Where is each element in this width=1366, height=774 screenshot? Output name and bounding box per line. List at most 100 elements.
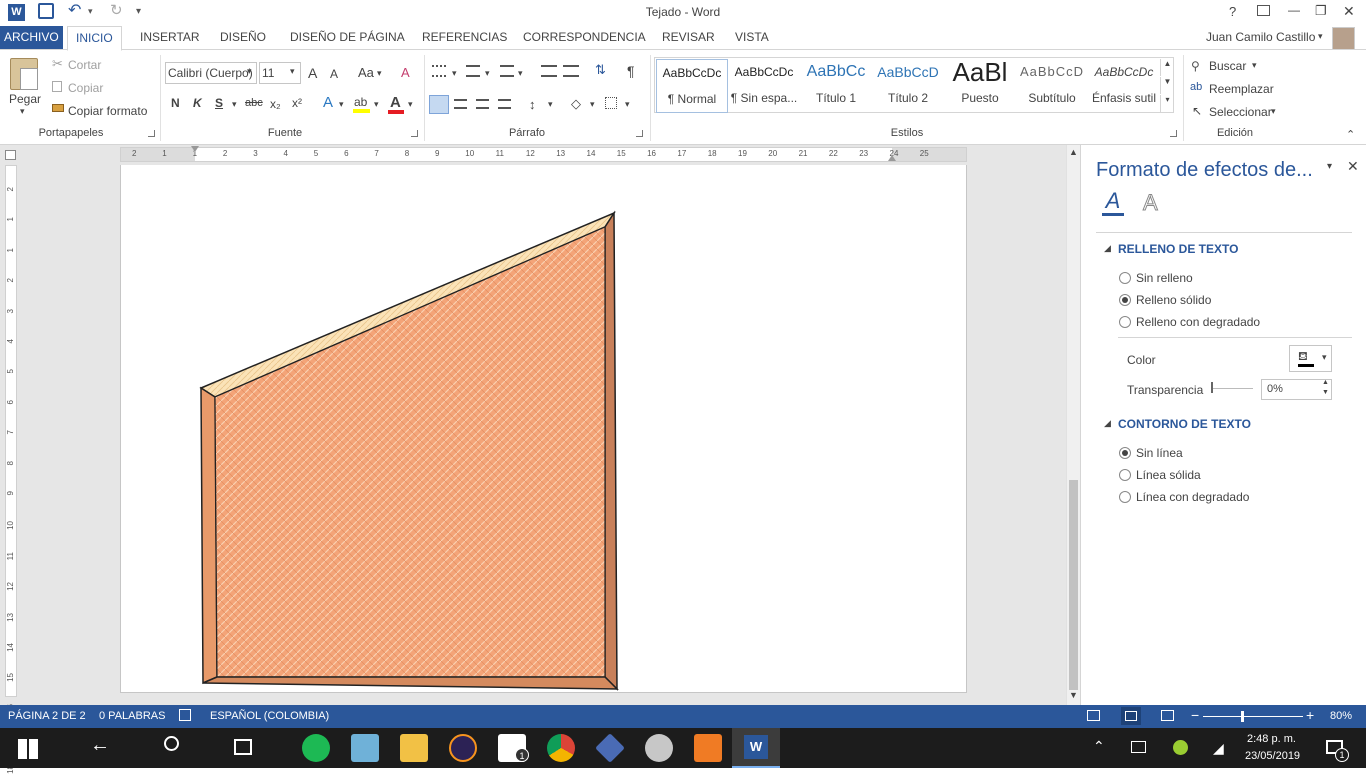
grow-font-icon[interactable]: A [308,65,317,81]
styles-more-icon[interactable]: ▾ [1160,95,1174,112]
copy-button[interactable]: Copiar [68,81,103,95]
scroll-thumb[interactable] [1069,480,1078,690]
fill-radio[interactable] [1119,272,1131,284]
spin-up-icon[interactable]: ▲ [1322,379,1329,386]
borders-icon[interactable] [605,97,617,109]
text-effects-tab-icon[interactable]: A [1143,190,1163,216]
collapse-ribbon-icon[interactable]: ⌃ [1346,128,1355,141]
paste-dropdown-icon[interactable]: ▾ [20,106,25,117]
shrink-font-icon[interactable]: A [330,67,338,81]
shading-icon[interactable]: ◇ [571,96,581,112]
text-effects-icon[interactable]: A [323,94,333,111]
tab-archivo[interactable]: ARCHIVO [0,26,63,50]
font-color-dropdown-icon[interactable]: ▾ [408,99,413,110]
search-icon[interactable] [164,736,179,751]
multilevel-list-icon[interactable] [500,65,514,77]
line-spacing-dropdown-icon[interactable]: ▾ [548,99,553,110]
zoom-level[interactable]: 80% [1330,710,1352,722]
clipboard-launcher-icon[interactable] [148,130,155,137]
transparency-input[interactable]: 0% ▲ ▼ [1261,379,1332,400]
page-count[interactable]: PÁGINA 2 DE 2 [8,710,86,722]
select-dropdown-icon[interactable]: ▾ [1271,106,1276,117]
back-icon[interactable]: ← [90,734,110,757]
right-indent-marker[interactable] [888,155,896,161]
decrease-indent-icon[interactable] [541,65,557,77]
tab-referencias[interactable]: REFERENCIAS [419,30,510,50]
transparency-slider-thumb[interactable] [1211,382,1213,393]
pane-options-icon[interactable]: ▾ [1327,161,1332,172]
outline-radio[interactable] [1119,491,1131,503]
vertical-scrollbar[interactable]: ▲ ▼ [1066,145,1080,705]
styles-launcher-icon[interactable] [1170,130,1177,137]
word-taskbar-active[interactable]: W [732,728,780,768]
sort-icon[interactable]: ⇅ [595,62,606,78]
styles-scroll-down-icon[interactable]: ▼ [1160,77,1174,94]
tab-diseno-pagina[interactable]: DISEÑO DE PÁGINA [287,30,408,50]
strikethrough-button[interactable]: abc [245,97,263,109]
style-subtitle[interactable]: AaBbCcD Subtítulo [1016,59,1088,111]
tray-device-icon[interactable] [1131,741,1146,753]
transparency-slider[interactable] [1211,388,1253,389]
paste-button[interactable]: Pegar [9,92,41,106]
word-count[interactable]: 0 PALABRAS [99,710,165,722]
fill-radio[interactable] [1119,294,1131,306]
numbering-dropdown-icon[interactable]: ▾ [485,68,490,79]
outline-option-label[interactable]: Línea sólida [1136,468,1201,482]
find-dropdown-icon[interactable]: ▾ [1252,60,1257,71]
text-effects-dropdown-icon[interactable]: ▾ [339,99,344,110]
windows-start-icon[interactable] [18,739,38,759]
notepad-icon[interactable] [351,734,379,762]
git-icon[interactable] [595,733,625,763]
close-button[interactable]: ✕ [1343,3,1355,20]
change-case-icon[interactable]: Aa [358,65,374,80]
zoom-slider-thumb[interactable] [1240,711,1244,722]
font-color-icon[interactable]: A [390,94,401,111]
justify-icon[interactable] [498,99,511,109]
file-explorer-icon[interactable] [400,734,428,762]
increase-indent-icon[interactable] [563,65,579,77]
collapse-arrow-icon[interactable]: ◢ [1104,243,1111,254]
bold-button[interactable]: N [171,96,180,110]
font-family-dropdown-icon[interactable]: ▾ [247,66,252,77]
outline-radio[interactable] [1119,469,1131,481]
fill-option-label[interactable]: Relleno sólido [1136,293,1211,307]
web-layout-icon[interactable] [1161,710,1174,721]
bullets-icon[interactable] [432,65,446,77]
spotify-icon[interactable] [302,734,330,762]
underline-dropdown-icon[interactable]: ▾ [232,99,237,110]
restore-button[interactable]: ❐ [1315,3,1327,19]
style-heading-2[interactable]: AaBbCcD Título 2 [872,59,944,111]
tray-addon-icon[interactable] [1173,740,1188,755]
scroll-down-icon[interactable]: ▼ [1069,690,1078,700]
zoom-out-icon[interactable]: − [1191,707,1199,723]
task-view-icon[interactable] [234,739,252,755]
app-orange-icon[interactable] [694,734,722,762]
cut-button[interactable]: Cortar [68,58,101,72]
proofing-icon[interactable] [179,709,191,721]
pane-close-icon[interactable]: ✕ [1347,158,1359,175]
language-status[interactable]: ESPAÑOL (COLOMBIA) [210,710,329,722]
style-title[interactable]: AaBl Puesto [944,59,1016,111]
line-spacing-icon[interactable]: ↕ [529,97,536,112]
font-launcher-icon[interactable] [411,130,418,137]
first-line-indent-marker[interactable] [191,146,199,152]
font-family-combo[interactable]: Calibri (Cuerpo) [165,62,257,84]
underline-button[interactable]: S [215,96,223,110]
fill-option-label[interactable]: Relleno con degradado [1136,315,1260,329]
zoom-slider[interactable] [1203,716,1303,717]
format-painter-button[interactable]: Copiar formato [68,104,147,118]
highlight-icon[interactable]: ab [354,95,367,109]
italic-button[interactable]: K [193,96,202,110]
outline-section-header[interactable]: CONTORNO DE TEXTO [1118,417,1251,431]
scroll-up-icon[interactable]: ▲ [1069,147,1078,157]
show-marks-icon[interactable]: ¶ [627,63,635,79]
text-fill-outline-tab-icon[interactable]: A [1102,188,1124,216]
clock-date[interactable]: 23/05/2019 [1245,750,1300,762]
tab-diseno[interactable]: DISEÑO [217,30,269,50]
spin-down-icon[interactable]: ▼ [1322,389,1329,396]
fill-radio[interactable] [1119,316,1131,328]
paint-icon[interactable] [645,734,673,762]
user-name[interactable]: Juan Camilo Castillo [1206,30,1315,44]
user-dropdown-icon[interactable]: ▾ [1318,31,1323,42]
print-layout-icon[interactable] [1121,707,1141,725]
